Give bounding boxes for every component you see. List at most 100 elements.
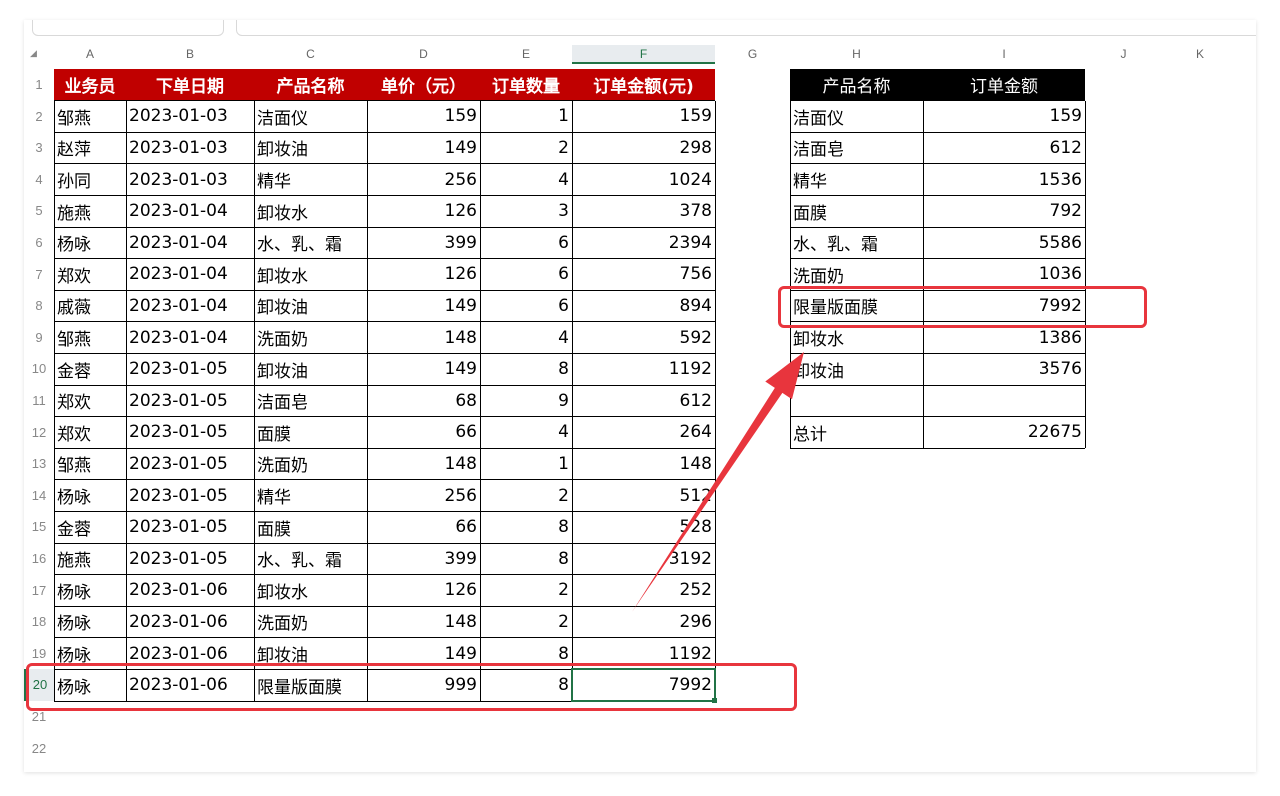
name-box[interactable] — [32, 20, 224, 36]
main-table-cell[interactable]: 149 — [367, 132, 480, 164]
main-table-cell[interactable]: 1024 — [572, 164, 715, 196]
main-table-cell[interactable]: 6 — [480, 290, 572, 322]
summary-header-cell[interactable]: 产品名称 — [790, 69, 923, 101]
main-header-cell[interactable]: 业务员 — [54, 69, 126, 101]
main-table-cell[interactable]: 256 — [367, 164, 480, 196]
main-table-cell[interactable]: 面膜 — [254, 511, 367, 543]
main-table-cell[interactable]: 159 — [367, 101, 480, 133]
column-header-b[interactable]: B — [126, 45, 254, 64]
main-table-cell[interactable]: 1 — [480, 101, 572, 133]
main-table-cell[interactable]: 洗面奶 — [254, 606, 367, 638]
column-header-k[interactable]: K — [1162, 45, 1238, 64]
main-table-cell[interactable]: 126 — [367, 575, 480, 607]
column-header-h[interactable]: H — [790, 45, 923, 64]
main-table-cell[interactable]: 邹燕 — [54, 448, 126, 480]
main-table-cell[interactable]: 邹燕 — [54, 322, 126, 354]
summary-table-cell[interactable]: 水、乳、霜 — [790, 227, 923, 259]
main-table-cell[interactable]: 296 — [572, 606, 715, 638]
main-table-cell[interactable]: 洗面奶 — [254, 448, 367, 480]
main-table-cell[interactable]: 126 — [367, 195, 480, 227]
main-table-cell[interactable]: 杨咏 — [54, 575, 126, 607]
main-table-cell[interactable]: 邹燕 — [54, 101, 126, 133]
main-table-cell[interactable]: 杨咏 — [54, 480, 126, 512]
column-header-f[interactable]: F — [572, 45, 715, 64]
main-table-cell[interactable]: 精华 — [254, 480, 367, 512]
main-table-cell[interactable]: 264 — [572, 417, 715, 449]
summary-table-cell[interactable] — [790, 385, 923, 417]
row-header-9[interactable]: 9 — [24, 322, 54, 354]
column-header-d[interactable]: D — [367, 45, 480, 64]
main-table-cell[interactable]: 2 — [480, 480, 572, 512]
main-table-cell[interactable]: 2023-01-05 — [126, 543, 254, 575]
main-table-cell[interactable]: 2023-01-05 — [126, 353, 254, 385]
main-table-cell[interactable]: 杨咏 — [54, 227, 126, 259]
row-header-15[interactable]: 15 — [24, 511, 54, 543]
main-table-cell[interactable]: 施燕 — [54, 195, 126, 227]
main-table-cell[interactable]: 3 — [480, 195, 572, 227]
main-table-cell[interactable]: 148 — [367, 448, 480, 480]
column-header-g[interactable]: G — [715, 45, 790, 64]
main-table-cell[interactable]: 2394 — [572, 227, 715, 259]
row-header-13[interactable]: 13 — [24, 448, 54, 480]
row-header-3[interactable]: 3 — [24, 132, 54, 164]
summary-table-cell[interactable]: 792 — [923, 195, 1085, 227]
summary-table-cell[interactable]: 3576 — [923, 353, 1085, 385]
main-table-cell[interactable]: 2023-01-05 — [126, 480, 254, 512]
select-all-corner[interactable]: ◢ — [30, 49, 37, 59]
main-table-cell[interactable]: 1192 — [572, 353, 715, 385]
summary-table-cell[interactable]: 洁面皂 — [790, 132, 923, 164]
main-table-cell[interactable]: 卸妆水 — [254, 575, 367, 607]
main-table-cell[interactable]: 卸妆油 — [254, 353, 367, 385]
main-header-cell[interactable]: 下单日期 — [126, 69, 254, 101]
main-table-cell[interactable]: 2023-01-03 — [126, 164, 254, 196]
main-table-cell[interactable]: 148 — [367, 606, 480, 638]
main-table-cell[interactable]: 298 — [572, 132, 715, 164]
main-table-cell[interactable]: 148 — [367, 322, 480, 354]
summary-table-cell[interactable]: 5586 — [923, 227, 1085, 259]
main-table-cell[interactable]: 2023-01-06 — [126, 575, 254, 607]
main-table-cell[interactable]: 戚薇 — [54, 290, 126, 322]
main-table-cell[interactable]: 8 — [480, 353, 572, 385]
summary-table-cell[interactable]: 总计 — [790, 417, 923, 449]
main-table-cell[interactable]: 金蓉 — [54, 353, 126, 385]
main-table-cell[interactable]: 2023-01-05 — [126, 511, 254, 543]
summary-table-cell[interactable]: 159 — [923, 101, 1085, 133]
main-table-cell[interactable]: 592 — [572, 322, 715, 354]
main-table-cell[interactable]: 郑欢 — [54, 259, 126, 291]
main-table-cell[interactable]: 399 — [367, 227, 480, 259]
column-header-j[interactable]: J — [1085, 45, 1162, 64]
main-table-cell[interactable]: 2023-01-05 — [126, 417, 254, 449]
main-table-cell[interactable]: 施燕 — [54, 543, 126, 575]
main-table-cell[interactable]: 2023-01-04 — [126, 259, 254, 291]
main-table-cell[interactable]: 金蓉 — [54, 511, 126, 543]
summary-table-cell[interactable]: 卸妆油 — [790, 353, 923, 385]
main-table-cell[interactable]: 8 — [480, 511, 572, 543]
main-table-cell[interactable]: 卸妆油 — [254, 290, 367, 322]
main-table-cell[interactable]: 郑欢 — [54, 417, 126, 449]
main-table-cell[interactable]: 2023-01-04 — [126, 322, 254, 354]
main-table-cell[interactable]: 卸妆水 — [254, 195, 367, 227]
row-header-22[interactable]: 22 — [24, 733, 54, 765]
main-table-cell[interactable]: 郑欢 — [54, 385, 126, 417]
main-table-cell[interactable]: 水、乳、霜 — [254, 227, 367, 259]
main-table-cell[interactable]: 孙同 — [54, 164, 126, 196]
row-header-12[interactable]: 12 — [24, 417, 54, 449]
row-header-11[interactable]: 11 — [24, 385, 54, 417]
main-table-cell[interactable]: 149 — [367, 290, 480, 322]
main-table-cell[interactable]: 2 — [480, 132, 572, 164]
main-table-cell[interactable]: 4 — [480, 417, 572, 449]
row-header-5[interactable]: 5 — [24, 195, 54, 227]
main-table-cell[interactable]: 9 — [480, 385, 572, 417]
main-table-cell[interactable]: 2 — [480, 606, 572, 638]
main-table-cell[interactable]: 卸妆水 — [254, 259, 367, 291]
summary-table-cell[interactable]: 面膜 — [790, 195, 923, 227]
main-table-cell[interactable]: 卸妆油 — [254, 132, 367, 164]
main-table-cell[interactable]: 2023-01-03 — [126, 132, 254, 164]
main-table-cell[interactable]: 159 — [572, 101, 715, 133]
row-header-16[interactable]: 16 — [24, 543, 54, 575]
row-header-1[interactable]: 1 — [24, 69, 54, 101]
main-table-cell[interactable]: 1 — [480, 448, 572, 480]
summary-table-cell[interactable]: 洁面仪 — [790, 101, 923, 133]
main-table-cell[interactable]: 68 — [367, 385, 480, 417]
summary-table-cell[interactable]: 1536 — [923, 164, 1085, 196]
